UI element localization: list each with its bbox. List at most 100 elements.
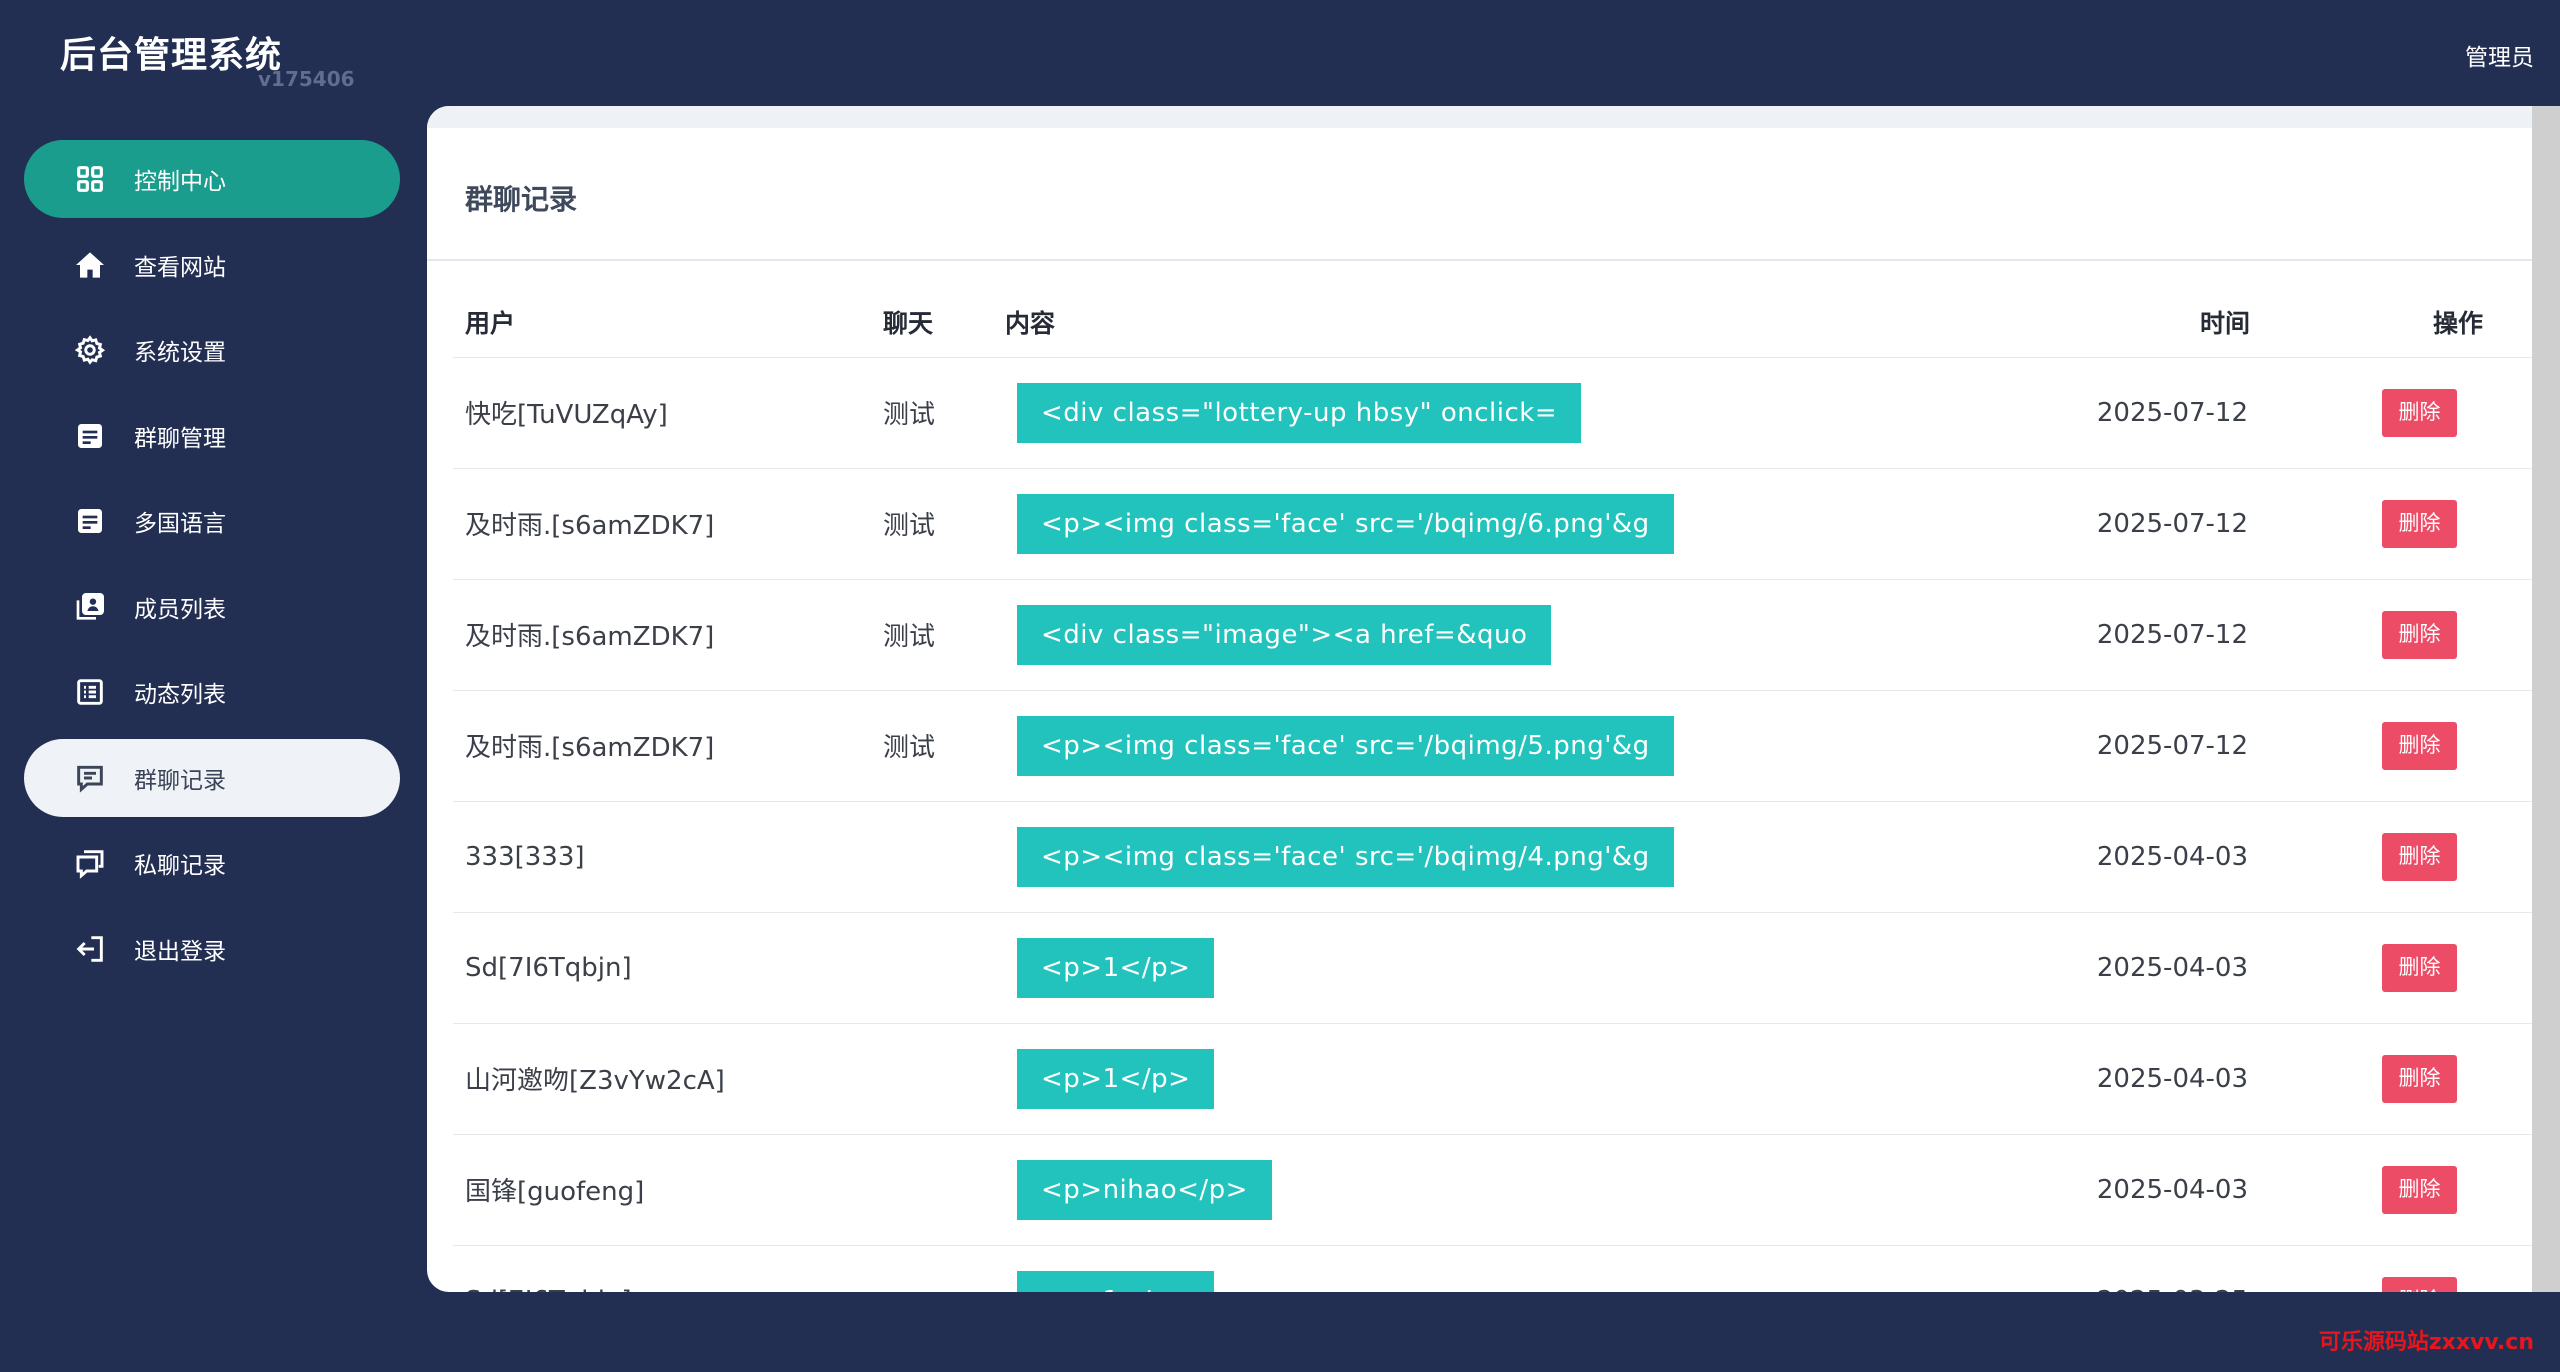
delete-button[interactable]: 删除 [2382,499,2457,548]
logout-icon [74,933,106,965]
sidebar-item-languages[interactable]: 多国语言 [24,482,400,560]
list-card-icon [74,505,106,537]
sidebar-item-label: 群聊记录 [134,767,226,794]
sidebar-item-label: 成员列表 [134,596,226,623]
sidebar-item-group-records[interactable]: 群聊记录 [24,738,400,817]
cell-time: 2025-04-03 [2055,801,2300,913]
table-body: 快吃[TuVUZqAy] 测试 <div class="lottery-up hbs… [453,357,2533,1292]
cell-user: 333[333] [453,801,883,913]
content-tag: <div class="lottery-up hbsy" onclick= [1017,382,1582,443]
cell-time: 2025-07-12 [2055,579,2300,691]
sidebar-item-dashboard[interactable]: 控制中心 [24,140,400,218]
sidebar-item-label: 查看网站 [134,254,226,281]
delete-button[interactable]: 删除 [2382,832,2457,881]
cell-time: 2025-07-12 [2055,357,2300,469]
sidebar: 控制中心 查看网站 系统设置 群聊管理 多国语言 成员列表 动态列表 群聊记录 … [0,140,420,995]
cell-user: Sd[7I6Tqbjn] [453,912,883,1024]
sidebar-item-label: 动态列表 [134,682,226,708]
home-icon [74,249,106,281]
table-row: 333[333] <p><img class='face' src='/bqimg… [453,801,2533,913]
cell-user: 及时雨.[s6amZDK7] [453,579,883,691]
cell-operation: 删除 [2300,357,2533,469]
cell-chat [883,912,1005,1024]
cell-content: <p>1</p> [1005,1023,2055,1135]
delete-button[interactable]: 删除 [2382,1165,2457,1214]
records-table: 用户 聊天 内容 时间 操作 快吃[TuVUZqAy] 测试 <div class=… [453,287,2533,1292]
cell-chat [883,801,1005,913]
cell-chat: 测试 [883,468,1005,580]
content-tag: <p>nihao</p> [1017,1159,1272,1220]
cell-operation: 删除 [2300,1023,2533,1135]
column-header-time: 时间 [2055,287,2300,358]
cell-user: 国锋[guofeng] [453,1134,883,1246]
cell-content: <p>1</p> [1005,912,2055,1024]
delete-button[interactable]: 删除 [2382,1276,2457,1292]
content-tag: <p>1</p> [1017,1270,1215,1292]
sidebar-item-group-manage[interactable]: 群聊管理 [24,397,400,475]
delete-button[interactable]: 删除 [2382,388,2457,437]
sidebar-item-label: 私聊记录 [134,853,226,879]
main-panel: 群聊记录 用户 聊天 内容 时间 操作 快吃[TuVUZqAy] 测试 <div c… [427,106,2560,1292]
delete-button[interactable]: 删除 [2382,1054,2457,1103]
cell-chat [883,1134,1005,1246]
user-list-icon [74,591,106,623]
delete-button[interactable]: 删除 [2382,610,2457,659]
cell-chat: 测试 [883,579,1005,691]
cell-operation: 删除 [2300,801,2533,913]
sidebar-item-logout[interactable]: 退出登录 [24,910,400,988]
cell-operation: 删除 [2300,468,2533,580]
sidebar-item-settings[interactable]: 系统设置 [24,311,400,389]
delete-button[interactable]: 删除 [2382,943,2457,992]
table-row: Sd[7I6Tqbjn] <p>1</p> 2025-03-25 删除 [453,1245,2533,1292]
table-row: 国锋[guofeng] <p>nihao</p> 2025-04-03 删除 [453,1134,2533,1246]
content-tag: <div class="image"><a href=&quo [1017,604,1552,665]
cell-chat: 测试 [883,690,1005,802]
cell-time: 2025-04-03 [2055,912,2300,1024]
sidebar-item-moments[interactable]: 动态列表 [24,653,400,731]
cell-operation: 删除 [2300,579,2533,691]
column-header-chat: 聊天 [883,287,1005,358]
page-title: 群聊记录 [465,183,578,216]
admin-user-label[interactable]: 管理员 [2465,38,2534,72]
table-row: 山河邀吻[Z3vYw2cA] <p>1</p> 2025-04-03 删除 [453,1023,2533,1135]
cell-user: 山河邀吻[Z3vYw2cA] [453,1023,883,1135]
cell-chat [883,1245,1005,1292]
cell-time: 2025-07-12 [2055,468,2300,580]
main-top-strip [427,106,2560,128]
scrollbar[interactable] [2532,106,2560,1292]
cell-content: <p>1</p> [1005,1245,2055,1292]
sidebar-item-view-site[interactable]: 查看网站 [24,226,400,304]
column-header-operation: 操作 [2300,287,2533,358]
cell-time: 2025-07-12 [2055,690,2300,802]
sidebar-item-members[interactable]: 成员列表 [24,568,400,646]
sidebar-item-private-records[interactable]: 私聊记录 [24,824,400,902]
content-tag: <p><img class='face' src='/bqimg/5.png'&… [1017,715,1674,776]
sidebar-item-label: 多国语言 [134,511,226,537]
delete-button[interactable]: 删除 [2382,721,2457,770]
table-row: 及时雨.[s6amZDK7] 测试 <div class="image"><a hr… [453,579,2533,691]
app-version: v175406 [258,67,355,91]
checklist-icon [74,676,106,708]
sidebar-item-label: 系统设置 [134,340,226,366]
cell-user: 及时雨.[s6amZDK7] [453,690,883,802]
content-tag: <p><img class='face' src='/bqimg/4.png'&… [1017,826,1674,887]
content-tag: <p>1</p> [1017,1048,1215,1109]
content-tag: <p><img class='face' src='/bqimg/6.png'&… [1017,493,1674,554]
cell-time: 2025-04-03 [2055,1134,2300,1246]
divider [427,259,2532,261]
cell-time: 2025-04-03 [2055,1023,2300,1135]
chats-icon [74,847,106,879]
gear-icon [74,334,106,366]
cell-user: 及时雨.[s6amZDK7] [453,468,883,580]
content-tag: <p>1</p> [1017,937,1215,998]
table-row: 及时雨.[s6amZDK7] 测试 <p><img class='face' src… [453,468,2533,580]
watermark: 可乐源码站zxxvv.cn [2318,1330,2534,1355]
cell-operation: 删除 [2300,912,2533,1024]
cell-content: <div class="lottery-up hbsy" onclick= [1005,357,2055,469]
cell-content: <p>nihao</p> [1005,1134,2055,1246]
cell-user: 快吃[TuVUZqAy] [453,357,883,469]
list-card-icon [74,420,106,452]
cell-user: Sd[7I6Tqbjn] [453,1245,883,1292]
table-header-row: 用户 聊天 内容 时间 操作 [453,287,2533,358]
cell-operation: 删除 [2300,1245,2533,1292]
